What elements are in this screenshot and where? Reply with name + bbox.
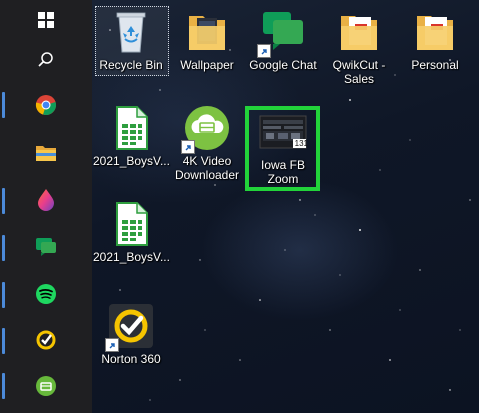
desktop-icon-wallpaper[interactable]: Wallpaper	[169, 8, 245, 72]
google-chat-running-indicator	[2, 235, 5, 261]
desktop-icon-recycle-bin[interactable]: Recycle Bin	[93, 8, 169, 72]
spotify-icon	[36, 284, 56, 304]
file-explorer-button[interactable]	[24, 133, 68, 173]
thumbnail-badge: 131	[294, 139, 308, 148]
spreadsheet-icon	[116, 106, 148, 150]
chat-icon	[36, 238, 56, 256]
start-button[interactable]	[24, 0, 68, 40]
shortcut-arrow-icon	[257, 44, 271, 58]
desktop-icon-norton-360[interactable]: Norton 360	[93, 302, 169, 366]
search-icon	[38, 52, 53, 67]
desktop-icon-label: QwikCut - Sales	[332, 58, 386, 86]
folder-icon	[189, 16, 225, 50]
desktop-icon-label: 2021_BoysV...	[93, 250, 170, 264]
google-chat-button[interactable]	[24, 227, 68, 267]
taskbar	[0, 0, 92, 413]
desktop-background: Recycle Bin Wallpaper Google Chat QwikCu…	[0, 0, 479, 413]
norton-icon	[36, 330, 56, 350]
drop-app-button[interactable]	[24, 180, 68, 220]
desktop-icon-qwikcut-sales[interactable]: QwikCut - Sales	[321, 8, 397, 86]
desktop-icon-label: 2021_BoysV...	[93, 154, 170, 168]
chrome-icon	[35, 95, 56, 115]
video-thumbnail-icon	[259, 115, 307, 149]
spotify-running-indicator	[2, 282, 5, 308]
recycle-bin-icon	[116, 12, 146, 53]
downloader-button[interactable]	[24, 366, 68, 406]
desktop-icon-label: Iowa FB Zoom	[260, 158, 305, 186]
desktop-icon-spreadsheet-2[interactable]: 2021_BoysV...	[93, 200, 170, 264]
desktop-icon-google-chat[interactable]: Google Chat	[245, 8, 321, 72]
windows-logo-icon	[38, 12, 54, 28]
desktop-icon-label: Wallpaper	[180, 58, 234, 72]
chrome-button[interactable]	[24, 85, 68, 125]
norton-button[interactable]	[24, 320, 68, 360]
drop-icon	[38, 189, 54, 211]
shortcut-arrow-icon	[105, 338, 119, 352]
desktop-icon-label: Google Chat	[249, 58, 317, 72]
shortcut-arrow-icon	[181, 140, 195, 154]
desktop-icon-4k-video-downloader[interactable]: 4K Video Downloader	[169, 104, 245, 182]
folder-pdf-icon	[341, 16, 377, 50]
desktop-icon-personal[interactable]: Personal	[397, 8, 473, 72]
folder-icon	[36, 146, 56, 161]
downloader-icon	[36, 376, 56, 396]
drop-app-running-indicator	[2, 188, 5, 214]
spotify-button[interactable]	[24, 274, 68, 314]
folder-pdf-icon	[417, 16, 453, 50]
search-button[interactable]	[24, 40, 68, 80]
chrome-running-indicator	[2, 92, 5, 118]
desktop-icon-spreadsheet-1[interactable]: 2021_BoysV...	[93, 104, 170, 168]
desktop-icon-label: Personal	[411, 58, 459, 72]
norton-running-indicator	[2, 328, 5, 354]
desktop-icon-label: 4K Video Downloader	[174, 154, 240, 182]
desktop-icon-label: Norton 360	[101, 352, 161, 366]
spreadsheet-icon	[116, 202, 148, 246]
desktop-icon-label: Recycle Bin	[99, 58, 163, 72]
downloader-running-indicator	[2, 373, 5, 399]
desktop-icon-iowa-fb-zoom[interactable]: 131 Iowa FB Zoom	[245, 108, 321, 186]
